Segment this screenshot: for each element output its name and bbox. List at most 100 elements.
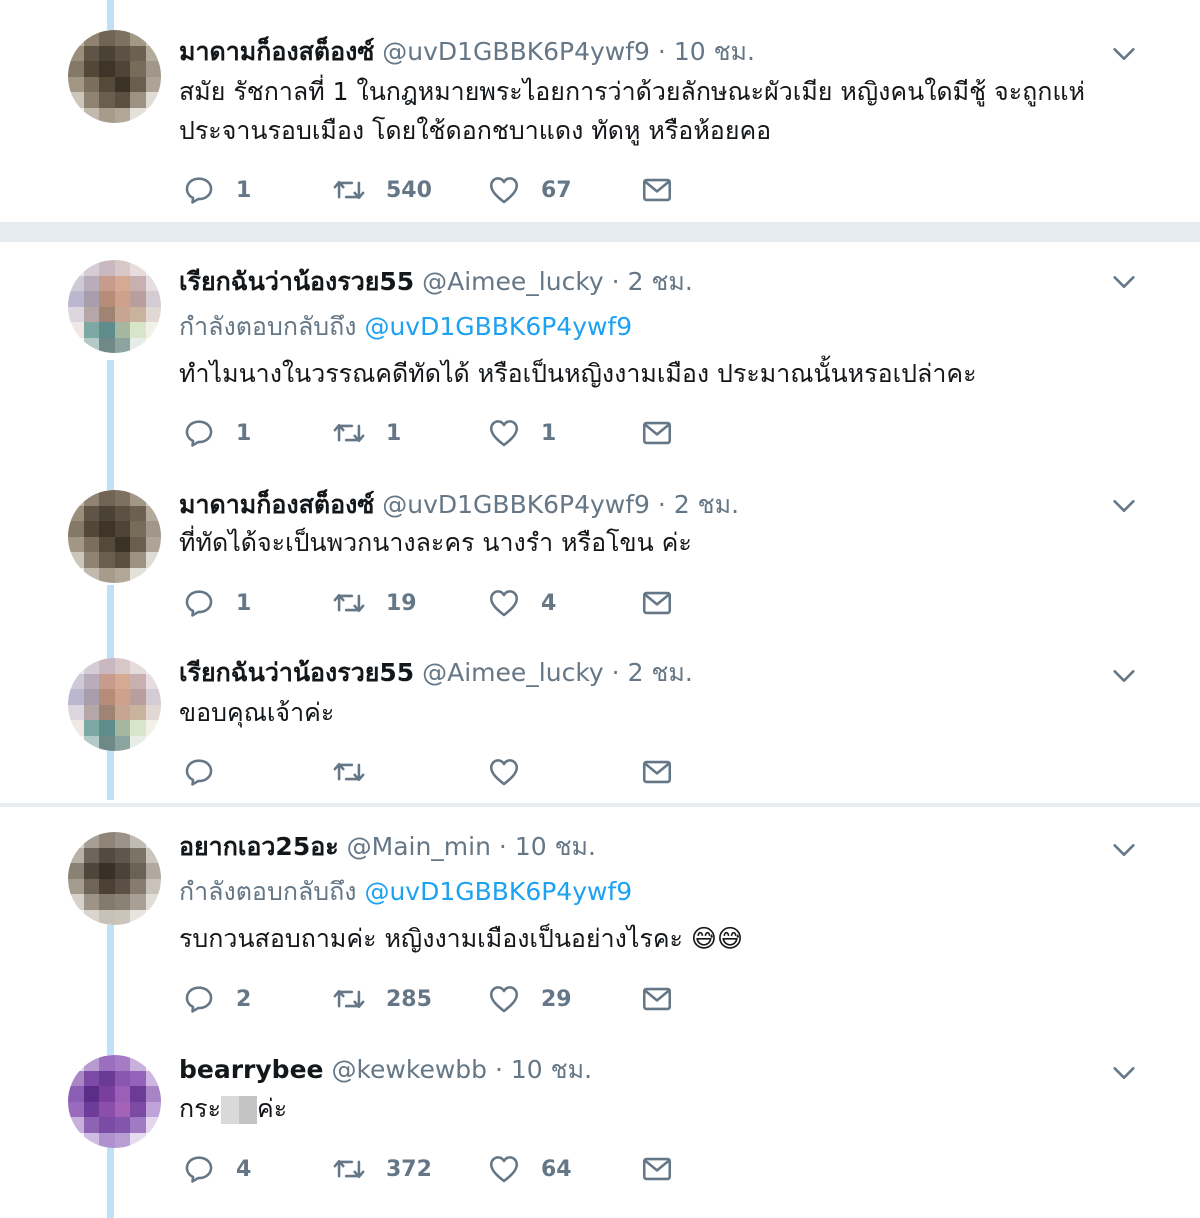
timestamp[interactable]: 10 ชม.	[674, 37, 755, 66]
timestamp[interactable]: 10 ชม.	[515, 832, 596, 861]
chevron-down-icon[interactable]	[1110, 836, 1138, 864]
separator-dot: ·	[657, 490, 666, 519]
display-name[interactable]: มาดามก็องสต็องซ์	[179, 37, 374, 66]
direct-message-button[interactable]	[640, 172, 674, 208]
display-name[interactable]: มาดามก็องสต็องซ์	[179, 490, 374, 519]
reply-button[interactable]: 1	[182, 585, 251, 621]
reply-icon	[185, 420, 213, 447]
direct-message-button[interactable]	[640, 981, 674, 1017]
tweet[interactable]: เรียกฉันว่าน้องรวย55 @Aimee_lucky · 2 ชม…	[0, 658, 1200, 798]
conversation-divider	[0, 222, 1200, 242]
timestamp[interactable]: 2 ชม.	[628, 267, 693, 296]
direct-message-button[interactable]	[640, 415, 674, 451]
tweet-actions	[182, 754, 702, 790]
timestamp[interactable]: 2 ชม.	[628, 658, 693, 687]
retweet-count: 19	[386, 590, 417, 616]
retweet-icon	[333, 762, 365, 782]
chevron-down-icon[interactable]	[1110, 662, 1138, 690]
retweet-button[interactable]: 19	[332, 585, 417, 621]
tweet-text-end: ค่ะ	[257, 1094, 288, 1123]
reply-count: 1	[236, 590, 252, 616]
reply-button[interactable]: 4	[182, 1151, 251, 1187]
user-handle[interactable]: @uvD1GBBK6P4ywf9	[382, 490, 650, 519]
direct-message-button[interactable]	[640, 585, 674, 621]
replying-to: กำลังตอบกลับถึง @uvD1GBBK6P4ywf9	[179, 310, 632, 344]
avatar[interactable]	[68, 832, 161, 925]
like-button[interactable]: 67	[487, 172, 572, 208]
avatar[interactable]	[68, 30, 161, 123]
replying-to-link[interactable]: @uvD1GBBK6P4ywf9	[364, 312, 632, 341]
retweet-icon	[333, 593, 365, 613]
tweet[interactable]: เรียกฉันว่าน้องรวย55 @Aimee_lucky · 2 ชม…	[0, 260, 1200, 460]
chevron-down-icon[interactable]	[1110, 1059, 1138, 1087]
like-button[interactable]: 64	[487, 1151, 572, 1187]
like-button[interactable]	[487, 754, 541, 790]
tweet-header: เรียกฉันว่าน้องรวย55 @Aimee_lucky · 2 ชม…	[179, 656, 693, 690]
retweet-icon	[333, 180, 365, 200]
retweet-button[interactable]: 540	[332, 172, 432, 208]
retweet-button[interactable]: 1	[332, 415, 401, 451]
like-button[interactable]: 1	[487, 415, 556, 451]
separator-dot: ·	[611, 658, 620, 687]
chevron-down-icon[interactable]	[1110, 40, 1138, 68]
direct-message-button[interactable]	[640, 754, 674, 790]
user-handle[interactable]: @Aimee_lucky	[422, 267, 604, 296]
replying-to: กำลังตอบกลับถึง @uvD1GBBK6P4ywf9	[179, 875, 632, 909]
reply-icon	[185, 759, 213, 786]
tweet-text: ขอบคุณเจ้าค่ะ	[179, 698, 335, 727]
tweet[interactable]: มาดามก็องสต็องซ์ @uvD1GBBK6P4ywf9 · 2 ชม…	[0, 490, 1200, 630]
retweet-icon	[333, 989, 365, 1009]
reply-button[interactable]	[182, 754, 236, 790]
user-handle[interactable]: @Aimee_lucky	[422, 658, 604, 687]
tweet-header: อยากเอว25อะ @Main_min · 10 ชม.	[179, 830, 596, 864]
display-name[interactable]: เรียกฉันว่าน้องรวย55	[179, 267, 414, 296]
tweet-actions: 2 285 29	[182, 981, 702, 1017]
avatar[interactable]	[68, 490, 161, 583]
user-handle[interactable]: @Main_min	[347, 832, 491, 861]
timestamp[interactable]: 10 ชม.	[511, 1055, 592, 1084]
tweet[interactable]: มาดามก็องสต็องซ์ @uvD1GBBK6P4ywf9 · 10 ช…	[0, 30, 1200, 210]
avatar[interactable]	[68, 1055, 161, 1148]
like-count: 64	[541, 1156, 572, 1182]
user-handle[interactable]: @uvD1GBBK6P4ywf9	[382, 37, 650, 66]
timestamp[interactable]: 2 ชม.	[674, 490, 739, 519]
tweet-text: กระ ค่ะ	[179, 1089, 1119, 1128]
reply-icon	[185, 986, 213, 1013]
display-name[interactable]: เรียกฉันว่าน้องรวย55	[179, 658, 414, 687]
display-name[interactable]: bearrybee	[179, 1055, 323, 1084]
like-button[interactable]: 4	[487, 585, 556, 621]
retweet-icon	[333, 1159, 365, 1179]
tweet-header: มาดามก็องสต็องซ์ @uvD1GBBK6P4ywf9 · 10 ช…	[179, 35, 755, 69]
reply-count: 1	[236, 420, 252, 446]
tweet-text: ทำไมนางในวรรณคดีทัดได้ หรือเป็นหญิงงามเม…	[179, 359, 977, 388]
tweet-actions: 4 372 64	[182, 1151, 702, 1187]
reply-button[interactable]: 1	[182, 172, 251, 208]
tweet-text-start: กระ	[179, 1094, 221, 1123]
tweet-header: มาดามก็องสต็องซ์ @uvD1GBBK6P4ywf9 · 2 ชม…	[179, 488, 739, 522]
display-name[interactable]: อยากเอว25อะ	[179, 832, 339, 861]
heart-icon	[489, 759, 519, 786]
like-button[interactable]: 29	[487, 981, 572, 1017]
avatar[interactable]	[68, 658, 161, 751]
separator-dot: ·	[494, 1055, 503, 1084]
replying-to-link[interactable]: @uvD1GBBK6P4ywf9	[364, 877, 632, 906]
envelope-icon	[642, 1157, 672, 1181]
thread-line	[107, 0, 114, 30]
avatar[interactable]	[68, 260, 161, 353]
reply-icon	[185, 590, 213, 617]
reply-button[interactable]: 2	[182, 981, 251, 1017]
retweet-button[interactable]: 285	[332, 981, 432, 1017]
tweet[interactable]: bearrybee @kewkewbb · 10 ชม. กระ ค่ะ 4 37…	[0, 1055, 1200, 1215]
retweet-button[interactable]: 372	[332, 1151, 432, 1187]
user-handle[interactable]: @kewkewbb	[331, 1055, 487, 1084]
retweet-button[interactable]	[332, 754, 386, 790]
envelope-icon	[642, 421, 672, 445]
chevron-down-icon[interactable]	[1110, 492, 1138, 520]
reply-button[interactable]: 1	[182, 415, 251, 451]
heart-icon	[489, 177, 519, 204]
tweet-header: เรียกฉันว่าน้องรวย55 @Aimee_lucky · 2 ชม…	[179, 265, 693, 299]
tweet-actions: 1 19 4	[182, 585, 702, 621]
direct-message-button[interactable]	[640, 1151, 674, 1187]
tweet[interactable]: อยากเอว25อะ @Main_min · 10 ชม. กำลังตอบก…	[0, 832, 1200, 1032]
chevron-down-icon[interactable]	[1110, 268, 1138, 296]
